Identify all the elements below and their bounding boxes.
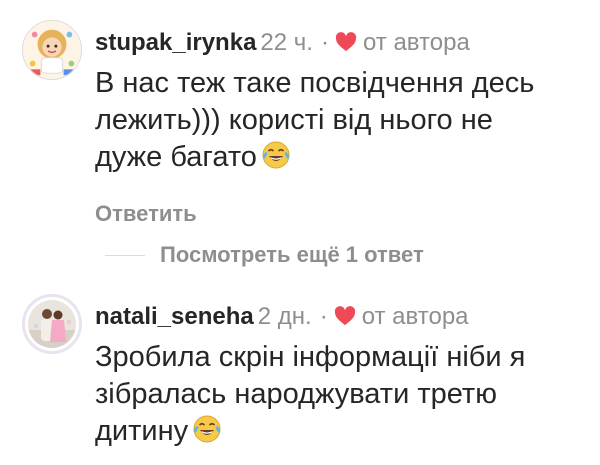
divider-line — [105, 254, 145, 256]
avatar[interactable] — [22, 20, 82, 80]
comment-meta: stupak_irynka 22 ч. · от автора — [95, 28, 585, 58]
avatar[interactable] — [22, 294, 82, 354]
face-with-tears-of-joy-icon — [193, 415, 221, 443]
separator-dot: · — [320, 29, 329, 56]
liked-by-author-label: от автора — [362, 29, 470, 56]
comment-text-block: В нас теж таке посвідчення десь лежить))… — [95, 65, 565, 176]
view-replies-label: Посмотреть ещё 1 ответ — [160, 242, 424, 267]
avatar-cartoon-image — [23, 21, 81, 79]
heart-icon — [334, 306, 355, 326]
timestamp: 22 ч. — [260, 29, 313, 56]
comment-text-block: Зробила скрін інформації ніби я зібралас… — [95, 339, 565, 450]
username-link[interactable]: natali_seneha — [95, 303, 254, 330]
separator-dot: · — [319, 303, 328, 330]
avatar-photo-image — [28, 300, 76, 348]
timestamp: 2 дн. — [257, 303, 312, 330]
face-with-tears-of-joy-icon — [262, 141, 290, 169]
username-link[interactable]: stupak_irynka — [95, 29, 256, 56]
view-replies-button[interactable]: Посмотреть ещё 1 ответ — [105, 240, 424, 270]
comment-text: Зробила скрін інформації ніби я зібралас… — [95, 341, 526, 447]
comment-text: В нас теж таке посвідчення десь лежить))… — [95, 67, 535, 173]
liked-by-author-label: от автора — [361, 303, 469, 330]
comment-meta: natali_seneha 2 дн. · от автора — [95, 302, 585, 332]
reply-button[interactable]: Ответить — [95, 201, 197, 227]
heart-icon — [335, 32, 357, 52]
